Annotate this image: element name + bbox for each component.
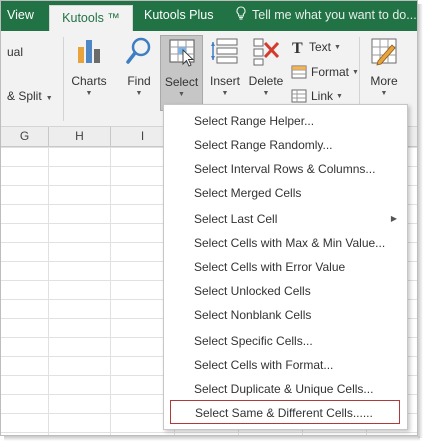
menu-item-select-specific-cells[interactable]: Select Specific Cells... [164,329,407,353]
format-icon [291,65,307,79]
more-button[interactable]: More ▼ [363,35,405,107]
chevron-down-icon: ▼ [352,68,359,76]
grid-line [110,147,111,435]
tab-kutools[interactable]: Kutools ™ [49,5,133,33]
menu-item-select-merged-cells[interactable]: Select Merged Cells [164,181,407,205]
menu-item-select-max-min-value[interactable]: Select Cells with Max & Min Value... [164,231,407,255]
menu-item-select-same-different[interactable]: Select Same & Different Cells...... [170,400,400,424]
chevron-down-icon: ▼ [221,90,229,97]
link-button[interactable]: Link ▼ [291,86,343,106]
window-shadow [4,436,420,441]
menu-item-select-cells-with-format[interactable]: Select Cells with Format... [164,353,407,377]
text-button[interactable]: T Text ▼ [291,37,341,57]
insert-button[interactable]: Insert ▼ [205,35,245,107]
chevron-down-icon: ▼ [262,90,270,97]
lightbulb-icon [235,2,249,30]
tell-me-search[interactable]: Tell me what you want to do... [235,1,417,31]
format-button[interactable]: Format ▼ [291,62,359,82]
excel-window: View Kutools ™ Kutools Plus Tell me what… [0,0,418,436]
tab-view[interactable]: View [7,1,34,31]
chevron-down-icon: ▼ [135,90,143,97]
chevron-down-icon: ▼ [178,91,185,98]
svg-text:T: T [292,40,303,55]
menu-item-label: Select Last Cell [194,212,278,226]
link-icon [291,89,307,103]
format-label: Format [311,65,350,79]
text-icon: T [292,40,303,55]
ribbon-tab-bar: View Kutools ™ Kutools Plus Tell me what… [1,1,417,33]
more-tools-icon [371,38,397,66]
menu-item-select-nonblank-cells[interactable]: Select Nonblank Cells [164,303,407,327]
chevron-down-icon: ▼ [336,92,343,100]
menu-item-select-last-cell[interactable]: Select Last Cell ▶ [164,207,407,231]
more-label: More [370,74,398,88]
menu-item-select-interval-rows-columns[interactable]: Select Interval Rows & Columns... [164,157,407,181]
window-shadow [418,4,423,438]
insert-rows-icon [211,38,238,64]
delete-button[interactable]: Delete ▼ [246,35,286,107]
delete-icon [253,38,280,66]
ribbon-separator [63,37,64,121]
chevron-right-icon: ▶ [390,214,397,223]
menu-item-select-duplicate-unique[interactable]: Select Duplicate & Unique Cells... [164,377,407,401]
link-label: Link [311,89,334,103]
tab-kutools-plus[interactable]: Kutools Plus [144,1,213,31]
menu-item-select-error-value[interactable]: Select Cells with Error Value [164,255,407,279]
search-icon [126,37,151,64]
select-label: Select [164,75,199,89]
insert-label: Insert [209,74,240,88]
chevron-down-icon: ▼ [45,95,53,102]
split-label: & Split [7,89,42,103]
chevron-down-icon: ▼ [334,43,341,51]
chevron-down-icon: ▼ [85,90,93,97]
delete-label: Delete [248,74,284,88]
bar-chart-icon [78,40,100,63]
charts-button[interactable]: Charts ▼ [69,35,109,107]
menu-item-select-range-helper[interactable]: Select Range Helper... [164,109,407,133]
split-button[interactable]: & Split ▼ [7,89,53,103]
find-label: Find [127,74,151,88]
grid-line [48,147,49,435]
tell-me-label: Tell me what you want to do... [252,8,417,22]
ribbon-partial-label: ual [7,45,24,59]
column-header-g[interactable]: G [1,127,49,147]
select-cells-icon [168,39,195,67]
chevron-down-icon: ▼ [380,90,388,97]
select-button[interactable]: Select ▼ [160,35,203,111]
find-button[interactable]: Find ▼ [121,35,157,107]
charts-label: Charts [71,74,107,88]
select-dropdown-menu: Select Range Helper... Select Range Rand… [163,104,408,430]
menu-item-select-range-randomly[interactable]: Select Range Randomly... [164,133,407,157]
text-label: Text [309,40,332,54]
menu-item-select-unlocked-cells[interactable]: Select Unlocked Cells [164,279,407,303]
column-header-h[interactable]: H [49,127,111,147]
